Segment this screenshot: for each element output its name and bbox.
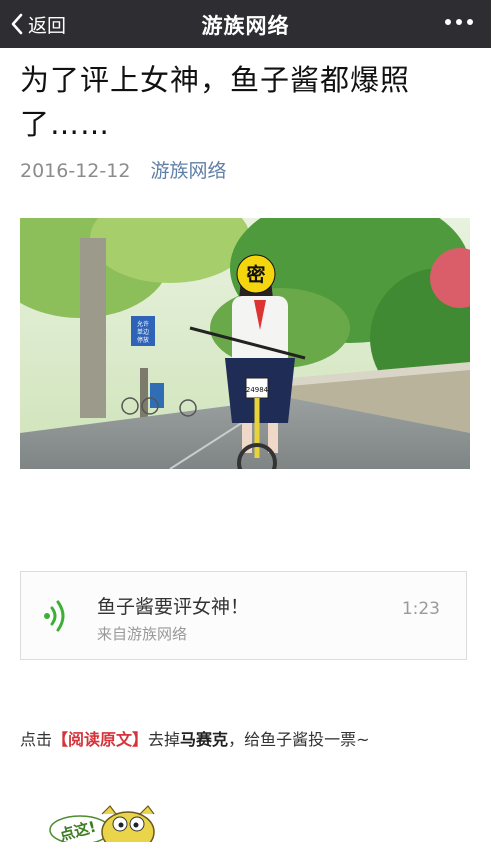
face-mask-badge: 密	[246, 263, 265, 286]
publish-date: 2016-12-12	[20, 160, 131, 182]
sign-text-1: 允许	[137, 320, 149, 328]
audio-title: 鱼子酱要评女神！	[97, 596, 250, 618]
para-middle: 去掉	[148, 730, 181, 749]
dot-icon	[467, 19, 473, 25]
bike-plate: 24984	[246, 386, 269, 394]
audio-wave-icon	[44, 600, 65, 632]
para-bold: 马赛克	[180, 730, 229, 749]
account-name-link[interactable]: 游族网络	[150, 160, 226, 182]
article-paragraph: 点击【阅读原文】去掉马赛克，给鱼子酱投一票~	[20, 726, 369, 750]
read-original-highlight: 【阅读原文】	[52, 730, 149, 749]
top-navbar: 返回 游族网络	[0, 0, 491, 48]
nav-title: 游族网络	[201, 14, 290, 38]
audio-player-card[interactable]: 鱼子酱要评女神！ 来自游族网络 1:23	[20, 571, 467, 660]
dot-icon	[445, 19, 451, 25]
photo-illustration: 允许 单边 停放 24984 密	[20, 218, 470, 469]
para-prefix: 点击	[20, 730, 53, 749]
more-options-button[interactable]	[445, 19, 473, 25]
audio-source: 来自游族网络	[97, 625, 188, 643]
click-here-sticker: 点这!	[49, 805, 155, 842]
para-suffix: ，给鱼子酱投一票~	[228, 730, 370, 749]
sign-text-3: 停放	[137, 336, 149, 344]
article-title: 为了评上女神，鱼子酱都爆照了……	[20, 63, 411, 141]
article-meta: 2016-12-12 游族网络	[20, 156, 226, 183]
dot-icon	[456, 19, 462, 25]
article-photo[interactable]: 允许 单边 停放 24984 密	[20, 218, 470, 469]
audio-duration: 1:23	[401, 599, 440, 619]
sign-text-2: 单边	[137, 328, 149, 336]
